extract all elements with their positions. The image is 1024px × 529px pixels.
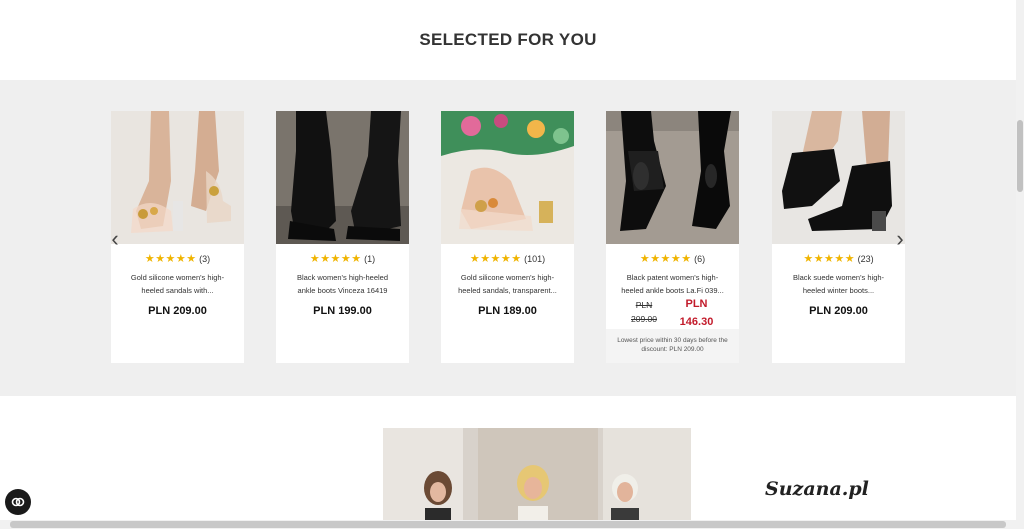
product-image[interactable] — [441, 111, 574, 244]
rating-stars-icon: ★★★★★ — [469, 253, 522, 265]
product-price: PLN 209.00 — [809, 305, 868, 317]
product-name[interactable]: Gold silicone women's high-heeled sandal… — [455, 271, 560, 297]
product-card[interactable]: ★★★★★ (101) Gold silicone women's high-h… — [441, 111, 574, 363]
carousel-prev-icon[interactable]: ‹ — [104, 226, 126, 252]
review-count: (6) — [694, 254, 706, 264]
rating: ★★★★★ (3) — [111, 252, 244, 265]
product-image[interactable] — [276, 111, 409, 244]
accessibility-button[interactable] — [5, 489, 31, 515]
section-title: SELECTED FOR YOU — [419, 30, 597, 49]
rating-stars-icon: ★★★★★ — [309, 253, 362, 265]
rating: ★★★★★ (23) — [772, 252, 905, 265]
rating: ★★★★★ (101) — [441, 252, 574, 265]
vertical-scrollbar[interactable] — [1016, 0, 1024, 529]
product-price: PLN 209.00 — [148, 305, 207, 317]
rating-stars-icon: ★★★★★ — [803, 253, 856, 265]
product-card[interactable]: ★★★★★ (3) Gold silicone women's high-hee… — [111, 111, 244, 363]
rating: ★★★★★ (6) — [606, 252, 739, 265]
rating-stars-icon: ★★★★★ — [144, 253, 197, 265]
product-card[interactable]: ★★★★★ (23) Black suede women's high-heel… — [772, 111, 905, 363]
vertical-scrollbar-thumb[interactable] — [1017, 120, 1023, 192]
sale-price: PLN 146.30 — [679, 298, 714, 328]
product-image[interactable] — [111, 111, 244, 244]
accessibility-icon — [11, 497, 25, 507]
horizontal-scrollbar-thumb[interactable] — [10, 521, 1006, 528]
lowest-price-note: Lowest price within 30 days before the d… — [606, 329, 739, 363]
product-name[interactable]: Gold silicone women's high-heeled sandal… — [125, 271, 230, 297]
product-name[interactable]: Black patent women's high-heeled ankle b… — [620, 271, 725, 297]
rating: ★★★★★ (1) — [276, 252, 409, 265]
product-name[interactable]: Black women's high-heeled ankle boots Vi… — [290, 271, 395, 297]
review-count: (1) — [364, 254, 376, 264]
carousel-next-icon[interactable]: › — [889, 226, 911, 252]
product-price: PLN 199.00 — [313, 305, 372, 317]
promo-banner-image[interactable] — [383, 428, 691, 529]
product-image[interactable] — [772, 111, 905, 244]
rating-stars-icon: ★★★★★ — [639, 253, 692, 265]
old-price: PLN 209.00 — [631, 300, 657, 324]
review-count: (3) — [199, 254, 211, 264]
product-card[interactable]: ★★★★★ (6) Black patent women's high-heel… — [606, 111, 739, 363]
product-name[interactable]: Black suede women's high-heeled winter b… — [786, 271, 891, 297]
product-image[interactable] — [606, 111, 739, 244]
brand-logo[interactable]: Suzana.pl — [765, 478, 869, 500]
review-count: (101) — [524, 254, 546, 264]
review-count: (23) — [857, 254, 874, 264]
product-card[interactable]: ★★★★★ (1) Black women's high-heeled ankl… — [276, 111, 409, 363]
product-price: PLN 189.00 — [478, 305, 537, 317]
